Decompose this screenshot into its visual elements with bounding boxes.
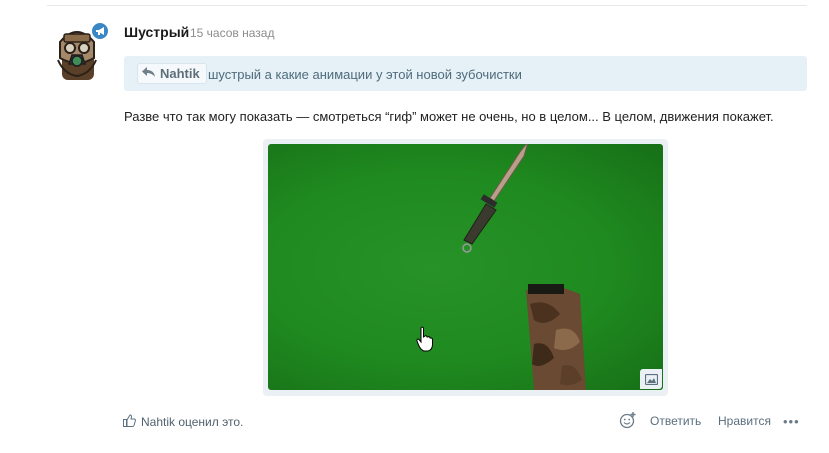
post-time[interactable]: 15 часов назад (190, 26, 274, 40)
top-divider (47, 5, 807, 6)
quote-text: шустрый а какие анимации у этой новой зу… (208, 67, 522, 82)
reply-button[interactable]: Ответить (650, 414, 701, 428)
media-scene (462, 144, 586, 390)
post-message: Разве что так могу показать — смотреться… (124, 109, 774, 124)
post-media-gif[interactable] (268, 144, 663, 390)
quote-user-button[interactable]: Nahtik (137, 63, 207, 84)
megaphone-icon (90, 21, 110, 41)
thumbs-up-icon (123, 414, 136, 430)
hand-cursor-icon (416, 326, 434, 352)
reply-arrow-icon (142, 66, 156, 81)
emoji-add-icon[interactable] (619, 411, 637, 429)
more-options-button[interactable]: ••• (783, 414, 800, 429)
quote-block: Nahtik шустрый а какие анимации у этой н… (124, 56, 807, 91)
author-name[interactable]: Шустрый (124, 24, 189, 40)
image-icon[interactable] (640, 369, 662, 389)
liked-by[interactable]: Nahtik оценил это. (123, 414, 243, 430)
quote-user-name: Nahtik (160, 66, 200, 81)
liked-by-text: Nahtik оценил это. (141, 415, 244, 429)
like-button[interactable]: Нравится (718, 414, 771, 428)
